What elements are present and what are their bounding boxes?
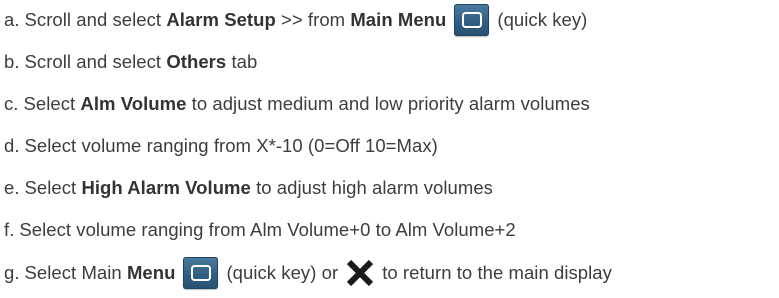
step-text: to adjust high alarm volumes — [250, 177, 493, 198]
step-text: Select volume ranging from Alm Volume+0 … — [19, 219, 516, 240]
step-a: a. Scroll and select Alarm Setup >> from… — [4, 3, 587, 37]
step-text: tab — [226, 51, 258, 72]
step-text: Scroll and select — [24, 9, 167, 30]
high-alarm-volume-label: High Alarm Volume — [81, 177, 251, 198]
step-text: to adjust medium and low priority alarm … — [186, 93, 590, 114]
step-text: (quick key) — [497, 9, 588, 30]
step-text: Scroll and select — [24, 51, 167, 72]
step-letter: c. — [4, 93, 19, 114]
step-e: e. Select High Alarm Volume to adjust hi… — [4, 171, 493, 205]
menu-label: Menu — [126, 262, 176, 283]
menu-key-icon — [183, 257, 219, 289]
step-text: (quick key) or — [226, 262, 339, 283]
step-letter: g. — [4, 262, 20, 283]
close-x-glyph — [347, 259, 374, 287]
step-text: Select Main — [24, 262, 127, 283]
step-b: b. Scroll and select Others tab — [4, 45, 257, 79]
close-x-icon — [346, 259, 374, 287]
step-text: Select — [23, 93, 81, 114]
step-text: Select — [24, 177, 82, 198]
step-f: f. Select volume ranging from Alm Volume… — [4, 213, 516, 247]
step-letter: a. — [4, 9, 20, 30]
step-text: to return to the main display — [382, 262, 612, 283]
step-text: >> from — [275, 9, 351, 30]
step-d: d. Select volume ranging from X*-10 (0=O… — [4, 129, 438, 163]
step-letter: b. — [4, 51, 20, 72]
others-tab-label: Others — [166, 51, 227, 72]
alm-volume-label: Alm Volume — [80, 93, 187, 114]
main-menu-label: Main Menu — [350, 9, 447, 30]
step-text: Select volume ranging from X*-10 (0=Off … — [24, 135, 438, 156]
step-letter: f. — [4, 219, 15, 240]
alarm-setup-label: Alarm Setup — [166, 9, 276, 30]
instruction-steps: a. Scroll and select Alarm Setup >> from… — [0, 0, 779, 298]
step-g: g. Select Main Menu (quick key) or to re… — [4, 256, 612, 290]
step-letter: e. — [4, 177, 20, 198]
step-letter: d. — [4, 135, 20, 156]
step-c: c. Select Alm Volume to adjust medium an… — [4, 87, 590, 121]
menu-key-icon — [454, 4, 490, 36]
